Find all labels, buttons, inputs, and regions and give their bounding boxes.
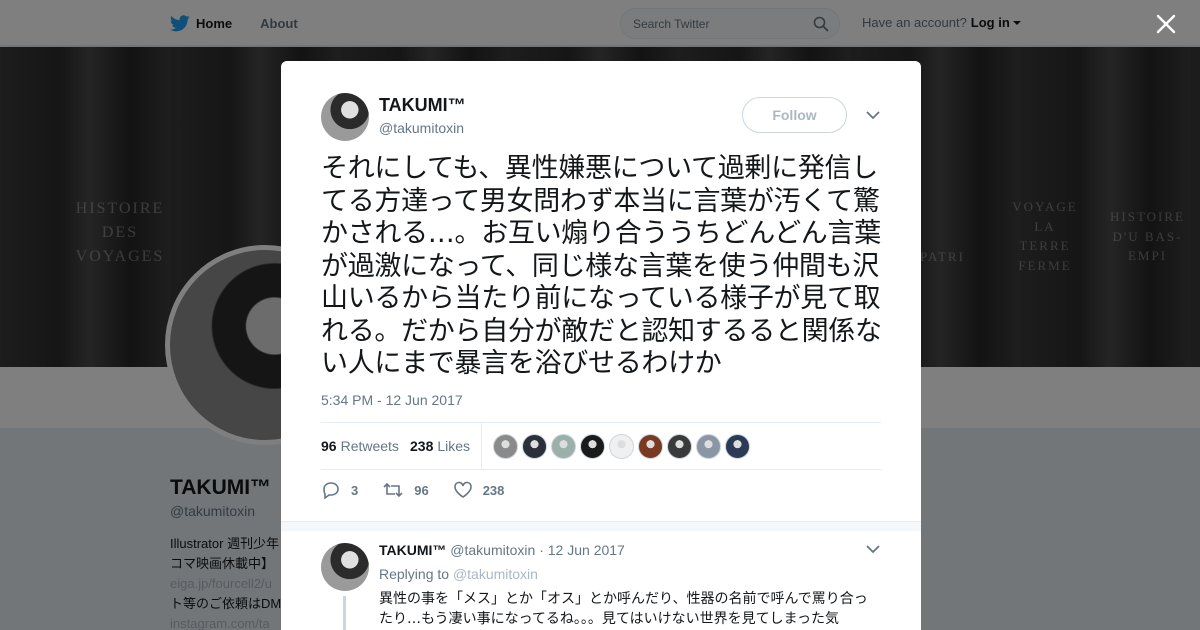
thread-line <box>343 596 346 630</box>
replying-to-handle[interactable]: @takumitoxin <box>453 566 538 582</box>
replying-to: Replying to @takumitoxin <box>379 566 538 582</box>
reply-author-name[interactable]: TAKUMI™ <box>379 542 446 558</box>
retweet-count: 96 <box>414 482 429 498</box>
tweet-modal: TAKUMI™ @takumitoxin Follow それにしても、異性嫌悪に… <box>281 61 921 630</box>
likes-count: 238 <box>410 438 434 454</box>
tweet-timestamp[interactable]: 5:34 PM - 12 Jun 2017 <box>321 392 463 408</box>
like-action[interactable]: 238 <box>453 481 505 499</box>
liker-avatar[interactable] <box>696 434 721 459</box>
replying-to-label: Replying to <box>379 566 450 582</box>
author-avatar[interactable] <box>321 93 369 141</box>
liker-avatars <box>493 434 754 459</box>
tweet-actions: 3 96 238 <box>321 481 528 499</box>
retweets-count: 96 <box>321 438 337 454</box>
retweets-stat[interactable]: 96 Retweets <box>321 438 399 454</box>
follow-button[interactable]: Follow <box>742 97 847 133</box>
reply-icon <box>323 482 339 499</box>
liker-avatar[interactable] <box>522 434 547 459</box>
heart-icon <box>453 481 472 498</box>
liker-avatar[interactable] <box>638 434 663 459</box>
chevron-down-icon[interactable] <box>866 544 880 554</box>
liker-avatar[interactable] <box>667 434 692 459</box>
close-icon[interactable] <box>1154 12 1178 36</box>
retweet-icon <box>383 482 403 498</box>
tweet-text: それにしても、異性嫌悪について過剰に発信してる方達って男女問わず本当に言葉が汚く… <box>321 153 882 379</box>
stats-divider <box>481 423 482 469</box>
reply-separator <box>281 521 921 531</box>
tweet-stats: 96 Retweets 238 Likes <box>321 422 881 470</box>
retweet-action[interactable]: 96 <box>382 481 429 499</box>
retweets-label: Retweets <box>340 438 399 454</box>
reply-author-avatar[interactable] <box>321 543 369 591</box>
liker-avatar[interactable] <box>580 434 605 459</box>
reply-action[interactable]: 3 <box>321 481 358 499</box>
reply-text: 異性の事を「メス」とか「オス」とか呼んだり、性器の名前で呼んで罵り合ったり…もう… <box>379 591 868 627</box>
liker-avatar[interactable] <box>725 434 750 459</box>
liker-avatar[interactable] <box>551 434 576 459</box>
likes-label: Likes <box>437 438 471 454</box>
author-name[interactable]: TAKUMI™ <box>379 95 466 116</box>
author-handle[interactable]: @takumitoxin <box>379 120 464 136</box>
chevron-down-icon[interactable] <box>866 110 880 120</box>
liker-avatar[interactable] <box>609 434 634 459</box>
reply-date[interactable]: · 12 Jun 2017 <box>539 542 625 558</box>
reply-count: 3 <box>351 482 359 498</box>
like-count: 238 <box>482 482 505 498</box>
likes-stat[interactable]: 238 Likes <box>410 438 470 454</box>
reply-header: TAKUMI™ @takumitoxin · 12 Jun 2017 <box>379 542 625 558</box>
reply-author-handle[interactable]: @takumitoxin <box>450 542 535 558</box>
liker-avatar[interactable] <box>493 434 518 459</box>
